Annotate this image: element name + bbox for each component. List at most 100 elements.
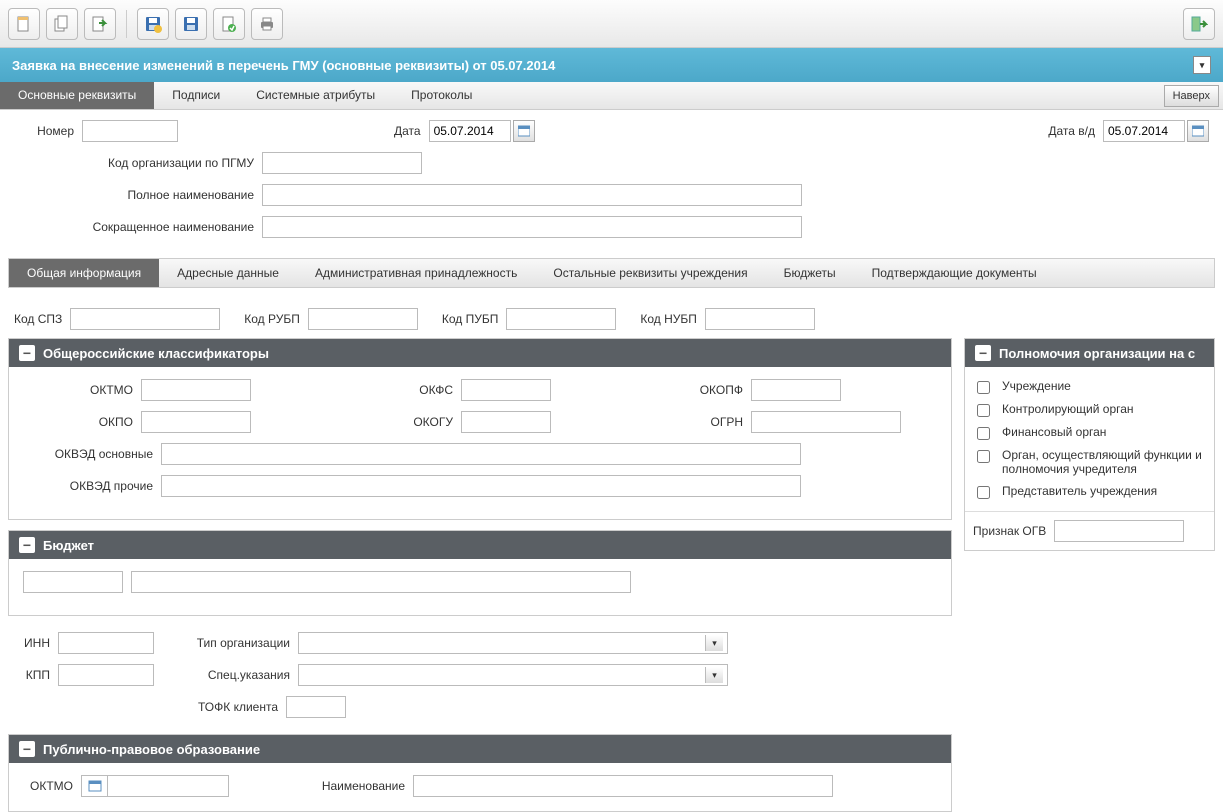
export-doc-button[interactable] <box>84 8 116 40</box>
scroll-top-button[interactable]: Наверх <box>1164 85 1219 107</box>
org-info-block: ИНН Тип организации ▾ КПП Спец.указания … <box>8 626 952 734</box>
nubp-label: Код НУБП <box>640 312 697 326</box>
spz-label: Код СПЗ <box>14 312 62 326</box>
nubp-input[interactable] <box>705 308 815 330</box>
toolbar-separator <box>126 10 127 38</box>
ppo-oktmo-lookup-button[interactable] <box>82 776 108 796</box>
exit-button[interactable] <box>1183 8 1215 40</box>
okved-other-input[interactable] <box>161 475 801 497</box>
rights-label-1: Учреждение <box>1002 379 1071 393</box>
spec-combo[interactable]: ▾ <box>298 664 728 686</box>
okfs-input[interactable] <box>461 379 551 401</box>
okogu-input[interactable] <box>461 411 551 433</box>
budget-input-1[interactable] <box>23 571 123 593</box>
date-picker-button[interactable] <box>513 120 535 142</box>
budget-panel: − Бюджет <box>8 530 952 616</box>
approve-doc-button[interactable] <box>213 8 245 40</box>
ppo-name-input[interactable] <box>413 775 833 797</box>
collapse-icon[interactable]: − <box>975 345 991 361</box>
classifiers-panel: − Общероссийские классификаторы ОКТМО ОК… <box>8 338 952 520</box>
budget-input-2[interactable] <box>131 571 631 593</box>
org-code-input[interactable] <box>262 152 422 174</box>
ogrn-label: ОГРН <box>633 415 743 429</box>
org-code-label: Код организации по ПГМУ <box>14 156 254 170</box>
rights-label-4: Орган, осуществляющий функции и полномоч… <box>1002 448 1202 476</box>
ppo-header[interactable]: − Публично-правовое образование <box>9 735 951 763</box>
oktmo-label: ОКТМО <box>23 383 133 397</box>
okpo-input[interactable] <box>141 411 251 433</box>
ppo-oktmo-input[interactable] <box>108 776 228 796</box>
rights-header[interactable]: − Полномочия организации на с <box>965 339 1214 367</box>
subtab-docs[interactable]: Подтверждающие документы <box>854 259 1055 287</box>
subtab-other[interactable]: Остальные реквизиты учреждения <box>535 259 765 287</box>
rights-check-5[interactable] <box>977 486 990 499</box>
top-toolbar <box>0 0 1223 48</box>
number-input[interactable] <box>82 120 178 142</box>
rights-label-3: Финансовый орган <box>1002 425 1106 439</box>
header-form: Номер Дата Дата в/д Код организации по П… <box>0 110 1223 258</box>
full-name-label: Полное наименование <box>14 188 254 202</box>
rights-label-2: Контролирующий орган <box>1002 402 1134 416</box>
org-type-label: Тип организации <box>190 636 290 650</box>
vd-date-input[interactable] <box>1103 120 1185 142</box>
print-button[interactable] <box>251 8 283 40</box>
save-partial-button[interactable] <box>137 8 169 40</box>
tab-protocols[interactable]: Протоколы <box>393 82 490 109</box>
tab-main-details[interactable]: Основные реквизиты <box>0 82 154 109</box>
collapse-icon[interactable]: − <box>19 345 35 361</box>
ppo-title: Публично-правовое образование <box>43 742 260 757</box>
full-name-input[interactable] <box>262 184 802 206</box>
ogrn-input[interactable] <box>751 411 901 433</box>
tab-signatures[interactable]: Подписи <box>154 82 238 109</box>
rights-check-3[interactable] <box>977 427 990 440</box>
ppo-panel: − Публично-правовое образование ОКТМО На… <box>8 734 952 812</box>
ogv-input[interactable] <box>1054 520 1184 542</box>
pubp-input[interactable] <box>506 308 616 330</box>
tab-system-attrs[interactable]: Системные атрибуты <box>238 82 393 109</box>
rights-panel: − Полномочия организации на с Учреждение… <box>964 338 1215 551</box>
classifiers-header[interactable]: − Общероссийские классификаторы <box>9 339 951 367</box>
okopf-label: ОКОПФ <box>633 383 743 397</box>
copy-doc-button[interactable] <box>46 8 78 40</box>
number-label: Номер <box>14 124 74 138</box>
vd-date-picker-button[interactable] <box>1187 120 1209 142</box>
collapse-icon[interactable]: − <box>19 741 35 757</box>
collapse-icon[interactable]: − <box>19 537 35 553</box>
rights-check-4[interactable] <box>977 450 990 463</box>
sub-tabs: Общая информация Адресные данные Админис… <box>8 258 1215 288</box>
main-tabs: Основные реквизиты Подписи Системные атр… <box>0 82 1223 110</box>
rubp-input[interactable] <box>308 308 418 330</box>
okved-main-input[interactable] <box>161 443 801 465</box>
kpp-input[interactable] <box>58 664 154 686</box>
spec-label: Спец.указания <box>190 668 290 682</box>
save-button[interactable] <box>175 8 207 40</box>
subtab-address[interactable]: Адресные данные <box>159 259 297 287</box>
rights-check-1[interactable] <box>977 381 990 394</box>
subtab-budgets[interactable]: Бюджеты <box>766 259 854 287</box>
oktmo-input[interactable] <box>141 379 251 401</box>
org-type-combo[interactable]: ▾ <box>298 632 728 654</box>
new-doc-button[interactable] <box>8 8 40 40</box>
title-dropdown-button[interactable]: ▾ <box>1193 56 1211 74</box>
inn-input[interactable] <box>58 632 154 654</box>
date-input[interactable] <box>429 120 511 142</box>
tofk-label: ТОФК клиента <box>178 700 278 714</box>
short-name-label: Сокращенное наименование <box>14 220 254 234</box>
rights-check-2[interactable] <box>977 404 990 417</box>
spz-input[interactable] <box>70 308 220 330</box>
document-title-bar: Заявка на внесение изменений в перечень … <box>0 48 1223 82</box>
subtab-general[interactable]: Общая информация <box>9 259 159 287</box>
vd-date-label: Дата в/д <box>1048 124 1095 138</box>
short-name-input[interactable] <box>262 216 802 238</box>
classifiers-title: Общероссийские классификаторы <box>43 346 269 361</box>
ogv-label: Признак ОГВ <box>973 524 1046 538</box>
budget-header[interactable]: − Бюджет <box>9 531 951 559</box>
budget-title: Бюджет <box>43 538 94 553</box>
ppo-name-label: Наименование <box>305 779 405 793</box>
subtab-admin[interactable]: Административная принадлежность <box>297 259 535 287</box>
okopf-input[interactable] <box>751 379 841 401</box>
tofk-input[interactable] <box>286 696 346 718</box>
kpp-label: КПП <box>10 668 50 682</box>
okved-other-label: ОКВЭД прочие <box>23 479 153 493</box>
rights-title: Полномочия организации на с <box>999 346 1195 361</box>
